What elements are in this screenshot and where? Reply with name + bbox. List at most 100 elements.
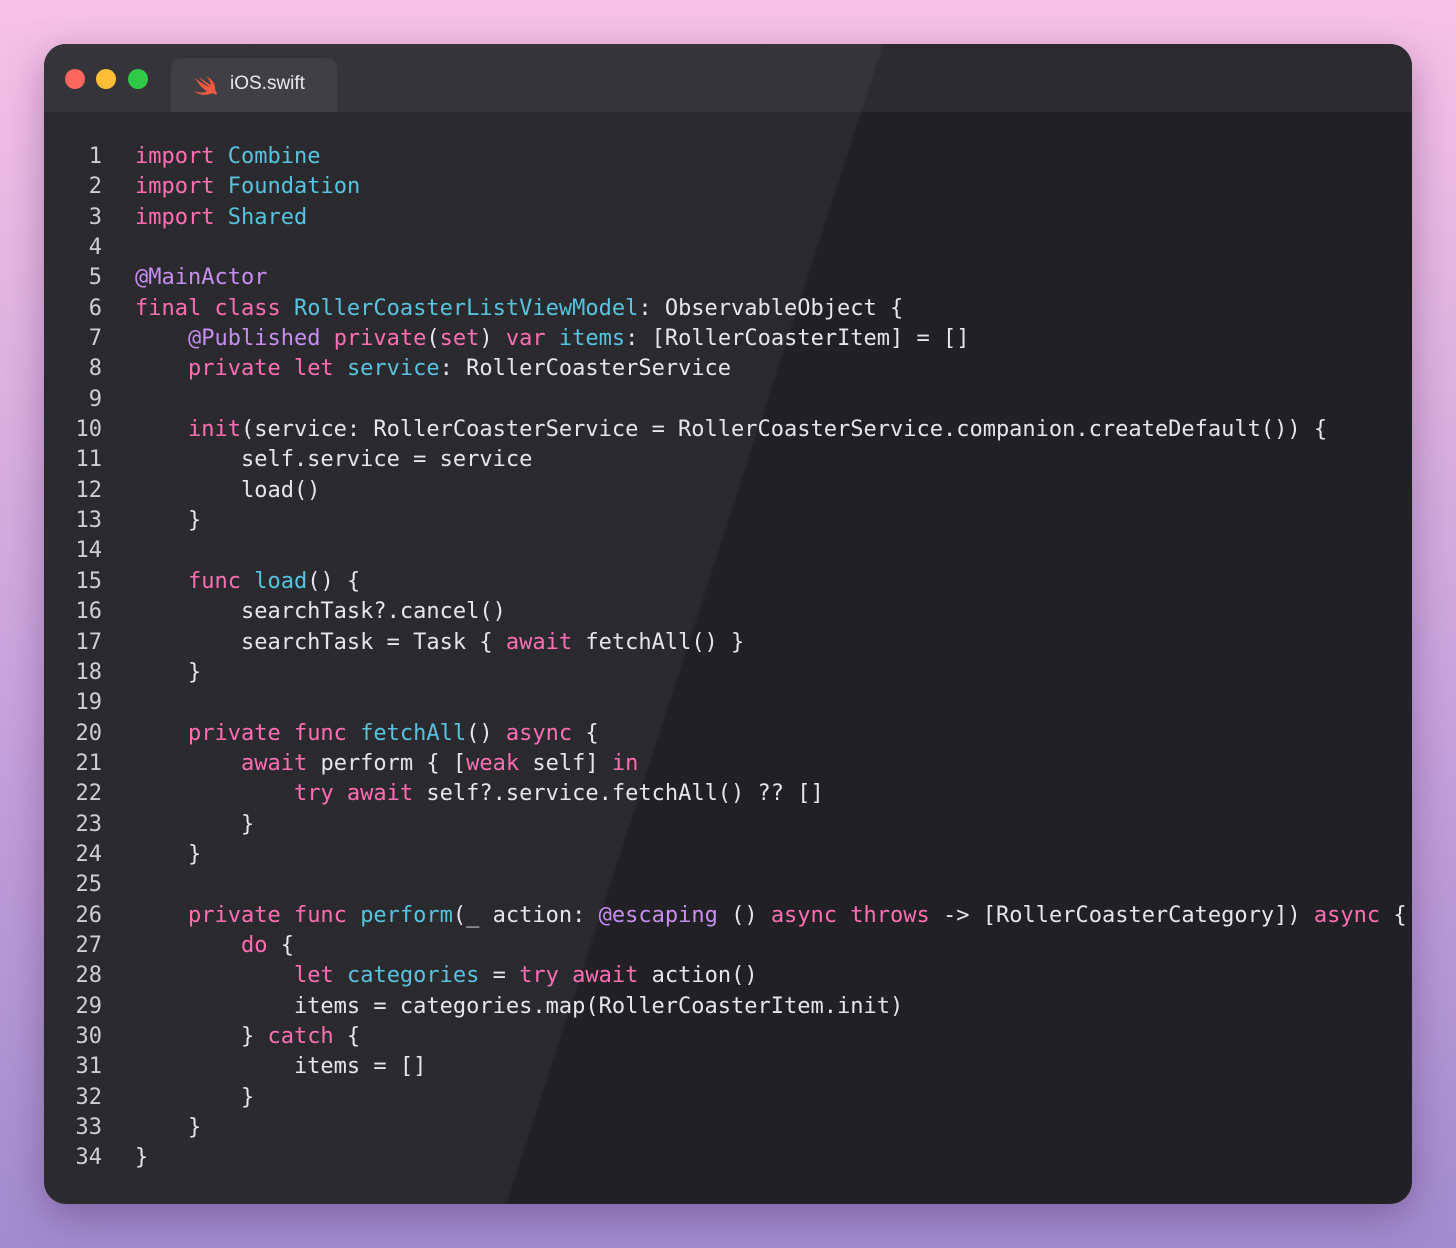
code-line: 22 try await self?.service.fetchAll() ??…: [44, 779, 1412, 809]
keyword-token: try await: [519, 963, 639, 989]
code-line: 28 let categories = try await action(): [44, 961, 1412, 991]
line-number: 32: [75, 1084, 103, 1110]
zoom-window-button[interactable]: [128, 69, 148, 89]
line-number: 29: [75, 993, 103, 1019]
keyword-token: import: [135, 174, 215, 200]
code-line: 31 items = []: [44, 1052, 1412, 1082]
keyword-token: catch: [267, 1023, 334, 1049]
code-token: }: [135, 1145, 149, 1171]
line-source: private let service: RollerCoasterServic…: [135, 354, 731, 384]
attribute-token: @MainActor: [135, 265, 268, 291]
line-number: 2: [88, 174, 102, 200]
line-source: func load() {: [135, 567, 360, 597]
line-number: 16: [75, 599, 103, 625]
code-line: 10 init(service: RollerCoasterService = …: [44, 415, 1412, 445]
code-window: iOS.swift 1 import Combine 2 import Foundat…: [44, 44, 1412, 1204]
keyword-token: async: [1313, 902, 1381, 928]
code-token: }: [135, 508, 202, 534]
line-source: load(): [135, 476, 320, 506]
line-source: }: [135, 506, 201, 536]
title-bar: iOS.swift: [44, 44, 1412, 112]
code-token: }: [135, 811, 255, 837]
keyword-token: private func: [187, 720, 347, 746]
line-number: 34: [75, 1145, 103, 1171]
line-source: final class RollerCoasterListViewModel: …: [135, 294, 903, 324]
line-number: 19: [75, 690, 103, 716]
code-token: self]: [519, 750, 612, 776]
code-token: action(): [638, 963, 758, 989]
code-line: 26 private func perform(_ action: @escap…: [44, 901, 1412, 931]
line-number: 5: [88, 265, 102, 291]
code-token: : ObservableObject {: [638, 295, 904, 321]
close-window-button[interactable]: [65, 69, 85, 89]
line-number: 3: [88, 204, 102, 230]
code-token: }: [135, 841, 202, 867]
line-source: import Foundation: [135, 172, 360, 202]
line-number: 9: [88, 386, 102, 412]
code-line: 17 searchTask = Task { await fetchAll() …: [44, 628, 1412, 658]
line-source: items = categories.map(RollerCoasterItem…: [135, 992, 903, 1022]
line-source: }: [135, 658, 201, 688]
code-token: fetchAll() }: [572, 629, 745, 655]
identifier-token: perform: [360, 902, 453, 928]
line-number: 27: [75, 932, 103, 958]
code-line: 33 }: [44, 1113, 1412, 1143]
code-line: 21 await perform { [weak self] in: [44, 749, 1412, 779]
code-token: : [RollerCoasterItem] = []: [625, 326, 970, 352]
tab-label: iOS.swift: [230, 73, 305, 94]
line-number: 13: [75, 508, 103, 534]
code-line: 13 }: [44, 506, 1412, 536]
line-number: 22: [75, 781, 103, 807]
identifier-token: load: [254, 568, 308, 594]
code-token: load(): [135, 477, 321, 503]
line-number: 30: [75, 1023, 103, 1049]
keyword-token: try await: [293, 781, 414, 807]
line-number: 4: [88, 235, 102, 261]
tab-ios-swift[interactable]: iOS.swift: [171, 58, 337, 112]
line-source: try await self?.service.fetchAll() ?? []: [135, 779, 824, 809]
line-source: self.service = service: [135, 445, 532, 475]
code-line: 4: [44, 233, 1412, 263]
code-editor[interactable]: 1 import Combine 2 import Foundation 3 import…: [44, 142, 1412, 1174]
swift-logo-icon: [194, 76, 217, 95]
keyword-token: do: [240, 932, 268, 958]
line-number: 18: [75, 659, 103, 685]
code-line: 1 import Combine: [44, 142, 1412, 172]
line-number: 21: [75, 750, 103, 776]
code-line: 27 do {: [44, 931, 1412, 961]
line-source: }: [135, 1113, 201, 1143]
line-source: @Published private(set) var items: [Roll…: [135, 324, 970, 354]
minimize-window-button[interactable]: [96, 69, 116, 89]
identifier-token: Combine: [227, 144, 321, 169]
code-line: 30 } catch {: [44, 1022, 1412, 1052]
code-line: 18 }: [44, 658, 1412, 688]
code-line: 2 import Foundation: [44, 172, 1412, 202]
code-line: 34}: [44, 1143, 1412, 1173]
identifier-token: items: [558, 326, 626, 352]
keyword-token: await: [240, 750, 308, 776]
code-line: 11 self.service = service: [44, 445, 1412, 475]
keyword-token: await: [505, 629, 573, 655]
code-line: 19: [44, 688, 1412, 718]
code-token: items = categories.map(RollerCoasterItem…: [135, 993, 904, 1019]
code-line: 23 }: [44, 810, 1412, 840]
keyword-token: import: [135, 204, 215, 230]
code-token: }: [135, 1023, 268, 1049]
line-number: 6: [88, 295, 102, 321]
line-number: 7: [88, 326, 102, 352]
keyword-token: private: [333, 326, 427, 352]
code-token: self?.service.fetchAll() ?? []: [413, 781, 824, 807]
code-line: 6 final class RollerCoasterListViewModel:…: [44, 294, 1412, 324]
line-number: 33: [75, 1115, 103, 1140]
